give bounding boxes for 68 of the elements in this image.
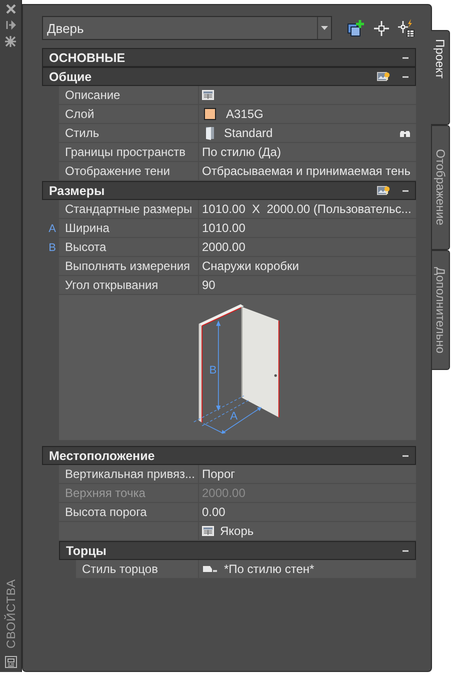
side-tab[interactable]: Дополнительно [431, 250, 450, 370]
quick-select-button[interactable] [346, 18, 366, 38]
collapse-toggle[interactable]: − [402, 544, 409, 558]
auto-hide-icon[interactable] [6, 20, 16, 30]
caret-icon [321, 26, 328, 30]
side-tab[interactable]: Отображение [431, 125, 450, 250]
collapse-toggle[interactable]: − [402, 70, 409, 84]
endcap-icon [202, 564, 218, 574]
settings-icon[interactable] [5, 36, 16, 47]
close-icon[interactable] [6, 4, 16, 14]
property-value: 2000.00 [202, 240, 246, 254]
quick-properties-icon[interactable] [376, 185, 390, 196]
property-value: По стилю (Да) [202, 145, 282, 159]
property-label: Угол открывания [59, 276, 199, 295]
property-label: Вертикальная привяз... [59, 465, 199, 484]
property-value: 1010.00 [202, 221, 246, 235]
crosshair-icon [374, 20, 389, 36]
property-label: Выполнять измерения [59, 257, 199, 276]
dimension-marker: B [48, 242, 56, 254]
property-value: *По стилю стен* [224, 562, 316, 576]
dimension-marker: A [48, 222, 56, 234]
property-label: Ширина [59, 219, 199, 238]
pick-point-button[interactable] [372, 18, 391, 38]
property-label: Границы пространств [59, 143, 199, 162]
property-value: Порог [202, 467, 236, 481]
property-label: Стиль [59, 124, 199, 143]
property-value: Снаружи коробки [202, 259, 300, 273]
quick-properties-icon[interactable] [376, 71, 390, 82]
property-label: Описание [59, 86, 199, 105]
section-header[interactable]: Размеры − [42, 181, 416, 200]
collapse-toggle[interactable]: − [402, 184, 409, 198]
property-label: Верхняя точка [59, 484, 199, 503]
object-type-dropdown[interactable]: Дверь [42, 16, 332, 40]
door-icon [205, 126, 215, 140]
section-title: Торцы [66, 544, 108, 558]
property-label: Отображение тени [59, 162, 199, 181]
property-value: 0.00 [202, 505, 226, 519]
section-header[interactable]: Общие − [42, 67, 416, 86]
select-objects-button[interactable] [396, 18, 416, 38]
section-header[interactable]: Местоположение − [42, 446, 416, 465]
category-header[interactable]: ОСНОВНЫЕ − [42, 48, 416, 67]
property-value: Отбрасываемая и принимаемая тень [202, 164, 412, 178]
section-header[interactable]: Торцы − [59, 541, 416, 560]
binoculars-icon[interactable] [400, 128, 410, 138]
property-value: Якорь [220, 524, 255, 538]
door-dimension-drawing: B A [190, 300, 286, 434]
palette-title: СВОЙСТВА [4, 578, 18, 648]
select-objects-icon [397, 19, 416, 37]
properties-icon[interactable] [4, 656, 16, 668]
property-label: Стиль торцов [76, 560, 199, 579]
table-icon[interactable] [202, 526, 214, 536]
property-value: A315G [226, 107, 264, 121]
property-value: 90 [202, 278, 216, 292]
property-value: 1010.00 X 2000.00 (Пользовательс... [202, 202, 412, 216]
quick-select-icon [347, 20, 364, 36]
property-label: Высота порога [59, 503, 199, 522]
property-label: Слой [59, 105, 199, 124]
section-title: Местоположение [49, 448, 156, 462]
collapse-toggle[interactable]: − [402, 50, 409, 64]
collapse-toggle[interactable]: − [402, 448, 409, 462]
property-value: Standard [224, 126, 274, 140]
category-title: ОСНОВНЫЕ [49, 50, 126, 64]
side-tab[interactable]: Проект [431, 30, 450, 125]
property-label: Высота [59, 238, 199, 257]
section-title: Общие [49, 70, 93, 84]
section-title: Размеры [49, 184, 106, 198]
table-icon[interactable] [202, 90, 214, 100]
property-label: Стандартные размеры [59, 200, 199, 219]
